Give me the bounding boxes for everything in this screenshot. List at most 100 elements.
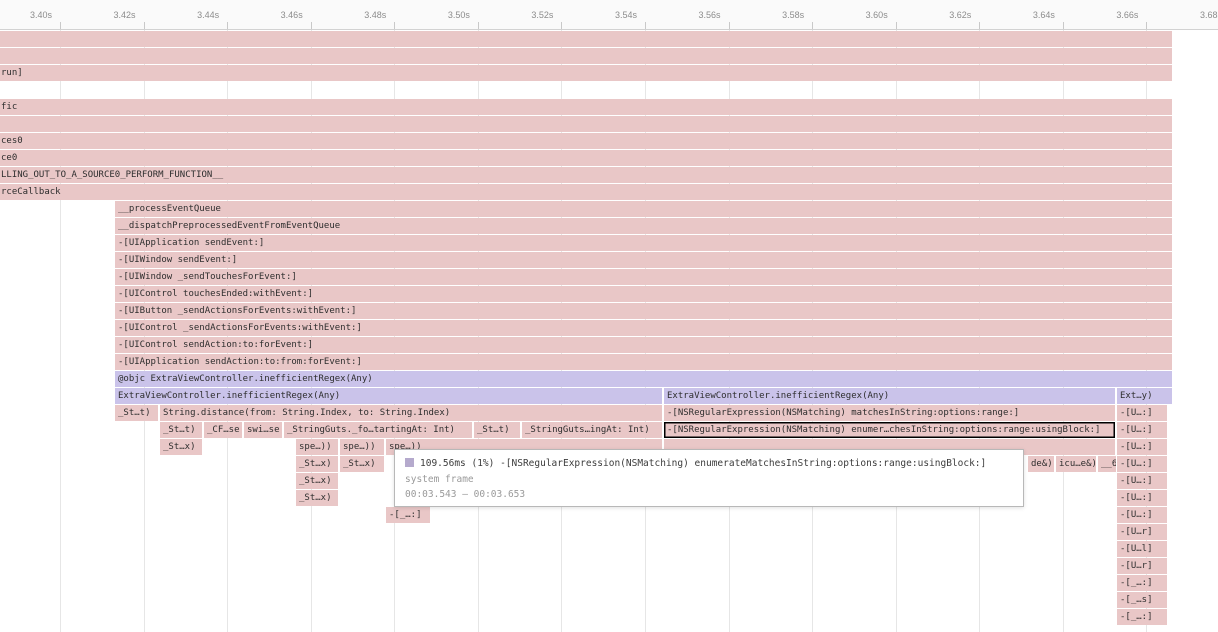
ruler-tick-label: 3.50s <box>418 10 470 20</box>
flame-frame[interactable]: spe…)) <box>296 439 338 455</box>
flame-frame-label: ce0 <box>0 150 1172 166</box>
flame-frame-label: -[UIButton _sendActionsForEvents:withEve… <box>115 303 1172 319</box>
flame-frame[interactable]: rceCallback <box>0 184 1172 200</box>
flame-frame-label: -[UIWindow sendEvent:] <box>115 252 1172 268</box>
flame-chart[interactable]: run] fic ces0ce0LLING_OUT_TO_A_SOURCE0_PER… <box>0 0 1218 632</box>
flame-frame-label: -[UIApplication sendAction:to:from:forEv… <box>115 354 1172 370</box>
flame-frame-label: _StringGuts._fo…tartingAt: Int) <box>284 422 472 438</box>
ruler-tick-label: 3.48s <box>334 10 386 20</box>
flame-frame[interactable]: -[UIControl _sendActionsForEvents:withEv… <box>115 320 1172 336</box>
flame-frame-selected[interactable]: -[NSRegularExpression(NSMatching) enumer… <box>664 422 1115 438</box>
flame-frame[interactable]: de&) <box>1028 456 1054 472</box>
flame-frame-label: -[U…r] <box>1117 524 1167 540</box>
tooltip-title-line: 109.56ms (1%) -[NSRegularExpression(NSMa… <box>405 456 1013 472</box>
flame-frame-label: _St…x) <box>296 490 338 506</box>
ruler-tick-label: 3.58s <box>752 10 804 20</box>
flame-frame[interactable]: -[U…r] <box>1117 524 1167 540</box>
ruler-tick-label: 3.60s <box>836 10 888 20</box>
flame-frame[interactable]: __dispatchPreprocessedEventFromEventQueu… <box>115 218 1172 234</box>
flame-frame[interactable]: LLING_OUT_TO_A_SOURCE0_PERFORM_FUNCTION_… <box>0 167 1172 183</box>
flame-frame[interactable]: run] <box>0 65 1172 81</box>
flame-frame[interactable]: spe…)) <box>340 439 384 455</box>
flame-frame[interactable]: -[UIControl sendAction:to:forEvent:] <box>115 337 1172 353</box>
ruler-tick-label: 3.52s <box>501 10 553 20</box>
flame-frame[interactable]: -[UIButton _sendActionsForEvents:withEve… <box>115 303 1172 319</box>
ruler-tick-mark <box>729 22 730 29</box>
flame-frame[interactable]: -[_…:] <box>1117 609 1167 625</box>
flame-frame[interactable]: __processEventQueue <box>115 201 1172 217</box>
flame-frame[interactable]: -[U…l] <box>1117 541 1167 557</box>
flame-frame[interactable]: -[U…r] <box>1117 558 1167 574</box>
flame-frame[interactable]: Ext…y) <box>1117 388 1172 404</box>
flame-frame[interactable]: -[NSRegularExpression(NSMatching) matche… <box>664 405 1115 421</box>
flame-frame-label: String.distance(from: String.Index, to: … <box>160 405 662 421</box>
flame-frame-label: _St…x) <box>296 473 338 489</box>
ruler-tick-mark <box>1063 22 1064 29</box>
flame-frame-label: rceCallback <box>0 184 1172 200</box>
flame-frame[interactable]: ExtraViewController.inefficientRegex(Any… <box>664 388 1115 404</box>
flame-frame[interactable]: _St…x) <box>296 473 338 489</box>
flame-frame[interactable]: _St…x) <box>296 490 338 506</box>
flame-frame[interactable]: -[U…:] <box>1117 490 1167 506</box>
flame-frame[interactable]: fic <box>0 99 1172 115</box>
flame-frame[interactable]: ces0 <box>0 133 1172 149</box>
ruler-tick-label: 3.62s <box>919 10 971 20</box>
flame-frame[interactable]: _St…x) <box>296 456 338 472</box>
flame-frame[interactable]: _StringGuts…ingAt: Int) <box>522 422 662 438</box>
flame-frame-label: run] <box>0 65 1172 81</box>
ruler-tick-label: 3.44s <box>167 10 219 20</box>
flame-frame-label: spe…)) <box>340 439 384 455</box>
flame-frame[interactable]: -[U…:] <box>1117 405 1167 421</box>
flame-frame[interactable]: @objc ExtraViewController.inefficientReg… <box>115 371 1172 387</box>
time-ruler[interactable]: 3.40s3.42s3.44s3.46s3.48s3.50s3.52s3.54s… <box>0 0 1218 30</box>
flame-frame[interactable]: -[U…:] <box>1117 473 1167 489</box>
flame-frame[interactable]: -[_…:] <box>386 507 430 523</box>
flame-frame-label: -[U…:] <box>1117 439 1167 455</box>
flame-frame-label: _St…x) <box>296 456 338 472</box>
flame-frame-label: de&) <box>1028 456 1054 472</box>
flame-frame[interactable]: -[U…:] <box>1117 422 1167 438</box>
flame-frame[interactable]: String.distance(from: String.Index, to: … <box>160 405 662 421</box>
ruler-tick-label: 3.42s <box>84 10 136 20</box>
flame-frame[interactable]: _St…t) <box>115 405 158 421</box>
flame-frame[interactable]: -[U…:] <box>1117 439 1167 455</box>
flame-frame-label: -[U…l] <box>1117 541 1167 557</box>
flame-frame[interactable]: -[UIControl touchesEnded:withEvent:] <box>115 286 1172 302</box>
ruler-tick-label: 3.64s <box>1003 10 1055 20</box>
flame-frame[interactable]: -[U…:] <box>1117 456 1167 472</box>
flame-frame[interactable]: -[_…:] <box>1117 575 1167 591</box>
frame-color-swatch-icon <box>405 458 414 467</box>
flame-frame[interactable]: -[UIWindow _sendTouchesForEvent:] <box>115 269 1172 285</box>
flame-frame-label: __6…le <box>1098 456 1116 472</box>
flame-frame[interactable]: icu…e&) <box>1056 456 1096 472</box>
flame-frame[interactable]: _St…t) <box>160 422 202 438</box>
flame-frame[interactable]: -[UIApplication sendAction:to:from:forEv… <box>115 354 1172 370</box>
flame-frame[interactable]: -[U…:] <box>1117 507 1167 523</box>
flame-frame[interactable] <box>0 31 1172 47</box>
flame-frame[interactable]: _St…t) <box>474 422 520 438</box>
flame-frame[interactable]: ce0 <box>0 150 1172 166</box>
flame-frame-label: -[U…:] <box>1117 422 1167 438</box>
flame-frame[interactable]: __6…le <box>1098 456 1116 472</box>
flame-frame-label: -[U…r] <box>1117 558 1167 574</box>
flame-frame[interactable]: _StringGuts._fo…tartingAt: Int) <box>284 422 472 438</box>
flame-frame-label: _St…t) <box>115 405 158 421</box>
flame-frame[interactable]: swi…se <box>244 422 282 438</box>
flame-frame-label: -[NSRegularExpression(NSMatching) enumer… <box>664 422 1115 438</box>
flame-frame[interactable] <box>0 116 1172 132</box>
flame-frame-label: -[U…:] <box>1117 405 1167 421</box>
flame-frame-label: _CF…se <box>204 422 242 438</box>
flame-frame[interactable]: -[UIWindow sendEvent:] <box>115 252 1172 268</box>
flame-frame[interactable]: _St…x) <box>340 456 384 472</box>
flame-frame[interactable]: -[UIApplication sendEvent:] <box>115 235 1172 251</box>
ruler-tick-mark <box>896 22 897 29</box>
flame-frame-label: -[NSRegularExpression(NSMatching) matche… <box>664 405 1115 421</box>
flame-frame[interactable]: -[_…s] <box>1117 592 1167 608</box>
ruler-tick-mark <box>812 22 813 29</box>
ruler-tick-mark <box>645 22 646 29</box>
flame-frame[interactable] <box>0 48 1172 64</box>
flame-frame[interactable]: _CF…se <box>204 422 242 438</box>
flame-frame[interactable]: ExtraViewController.inefficientRegex(Any… <box>115 388 662 404</box>
flame-frame-label: -[U…:] <box>1117 456 1167 472</box>
flame-frame[interactable]: _St…x) <box>160 439 202 455</box>
